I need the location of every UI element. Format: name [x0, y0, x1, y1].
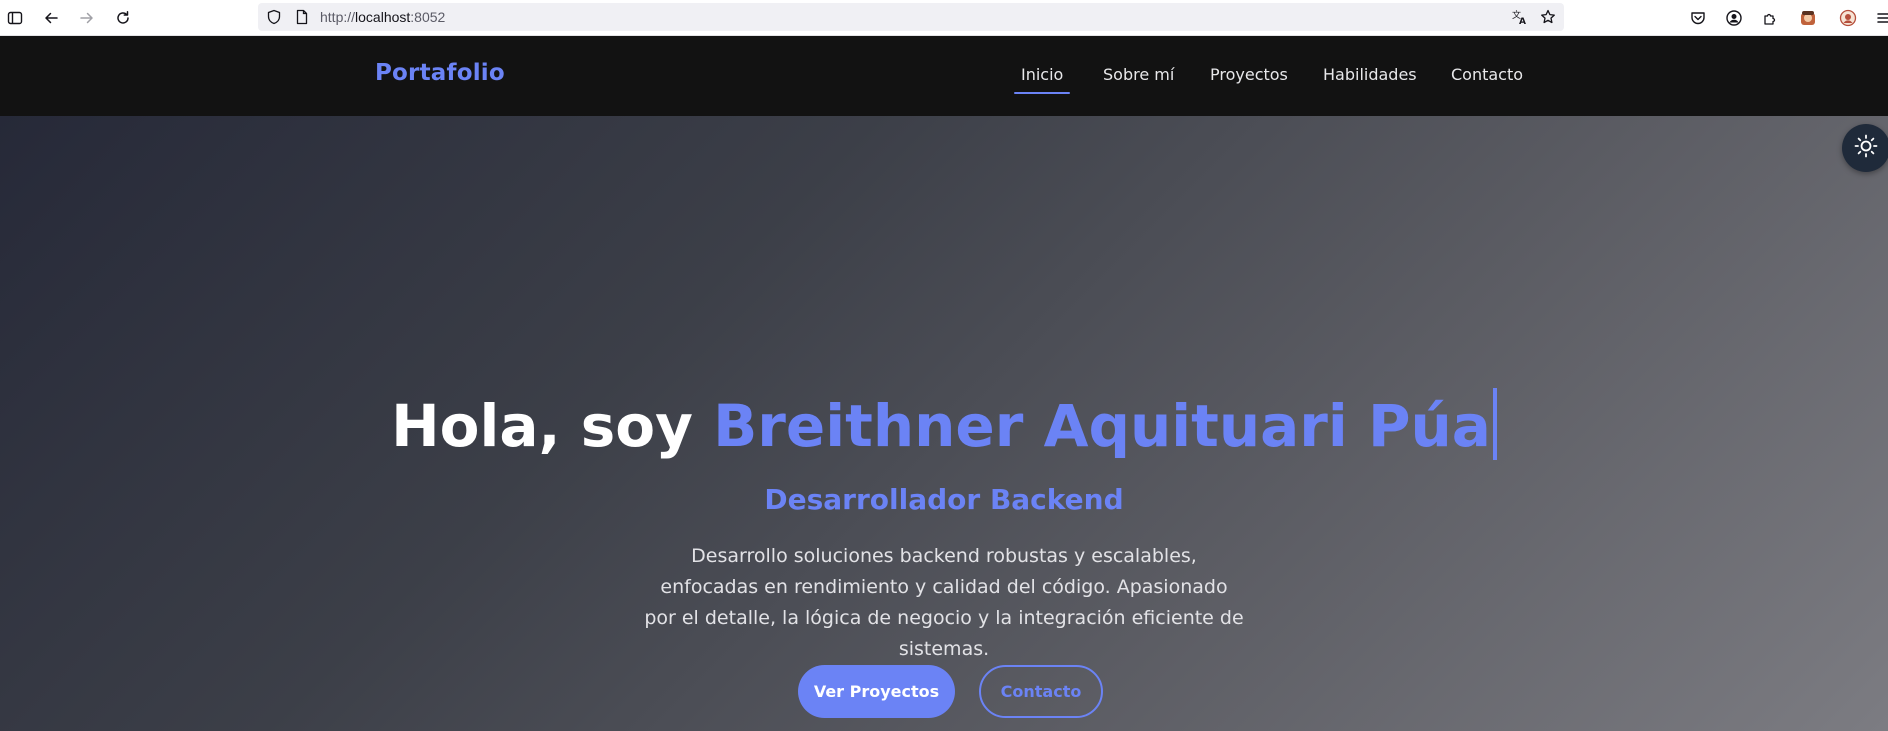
url-text: http://localhost:8052 [320, 9, 445, 25]
nav-link-contacto[interactable]: Contacto [1451, 65, 1523, 84]
hero-subtitle: Desarrollador Backend [764, 483, 1124, 516]
svg-text:A: A [1519, 17, 1526, 26]
typing-caret [1492, 388, 1497, 460]
extension-avatar-icon[interactable] [1796, 6, 1820, 30]
pocket-icon[interactable] [1686, 6, 1710, 30]
url-scheme: http:// [320, 9, 356, 25]
url-bar[interactable]: http://localhost:8052 文A [258, 3, 1564, 31]
profile-avatar-icon[interactable] [1836, 6, 1860, 30]
nav-link-sobre-mi[interactable]: Sobre mí [1103, 65, 1174, 84]
back-icon[interactable] [39, 6, 63, 30]
url-host: localhost [355, 9, 411, 25]
bookmark-star-icon[interactable] [1536, 5, 1560, 29]
hero-section: Hola, soy Breithner Aquituari Púa Desarr… [0, 116, 1888, 731]
account-icon[interactable] [1722, 6, 1746, 30]
hero-greeting: Hola, soy [391, 392, 714, 460]
contacto-button[interactable]: Contacto [979, 665, 1103, 718]
shield-icon[interactable] [262, 5, 286, 29]
brand-logo[interactable]: Portafolio [375, 60, 505, 86]
nav-link-habilidades[interactable]: Habilidades [1323, 65, 1417, 84]
nav-link-inicio[interactable]: Inicio [1013, 65, 1071, 94]
hero-name: Breithner Aquituari Púa [713, 392, 1491, 460]
extensions-icon[interactable] [1758, 6, 1782, 30]
hero-description: Desarrollo soluciones backend robustas y… [644, 545, 1244, 660]
site-navbar: Portafolio Inicio Sobre mí Proyectos Hab… [0, 36, 1888, 116]
nav-link-proyectos[interactable]: Proyectos [1210, 65, 1288, 84]
page-info-icon[interactable] [290, 5, 314, 29]
sun-icon [1854, 134, 1878, 162]
translate-icon[interactable]: 文A [1508, 5, 1532, 29]
sidebar-toggle-icon[interactable] [3, 6, 27, 30]
ver-proyectos-button[interactable]: Ver Proyectos [798, 665, 955, 718]
url-port: :8052 [410, 9, 446, 25]
forward-icon[interactable] [75, 6, 99, 30]
reload-icon[interactable] [111, 6, 135, 30]
hero-title: Hola, soy Breithner Aquituari Púa [0, 388, 1888, 460]
menu-icon[interactable] [1872, 6, 1888, 30]
browser-toolbar: http://localhost:8052 文A [0, 0, 1888, 36]
theme-toggle-button[interactable] [1842, 124, 1888, 172]
